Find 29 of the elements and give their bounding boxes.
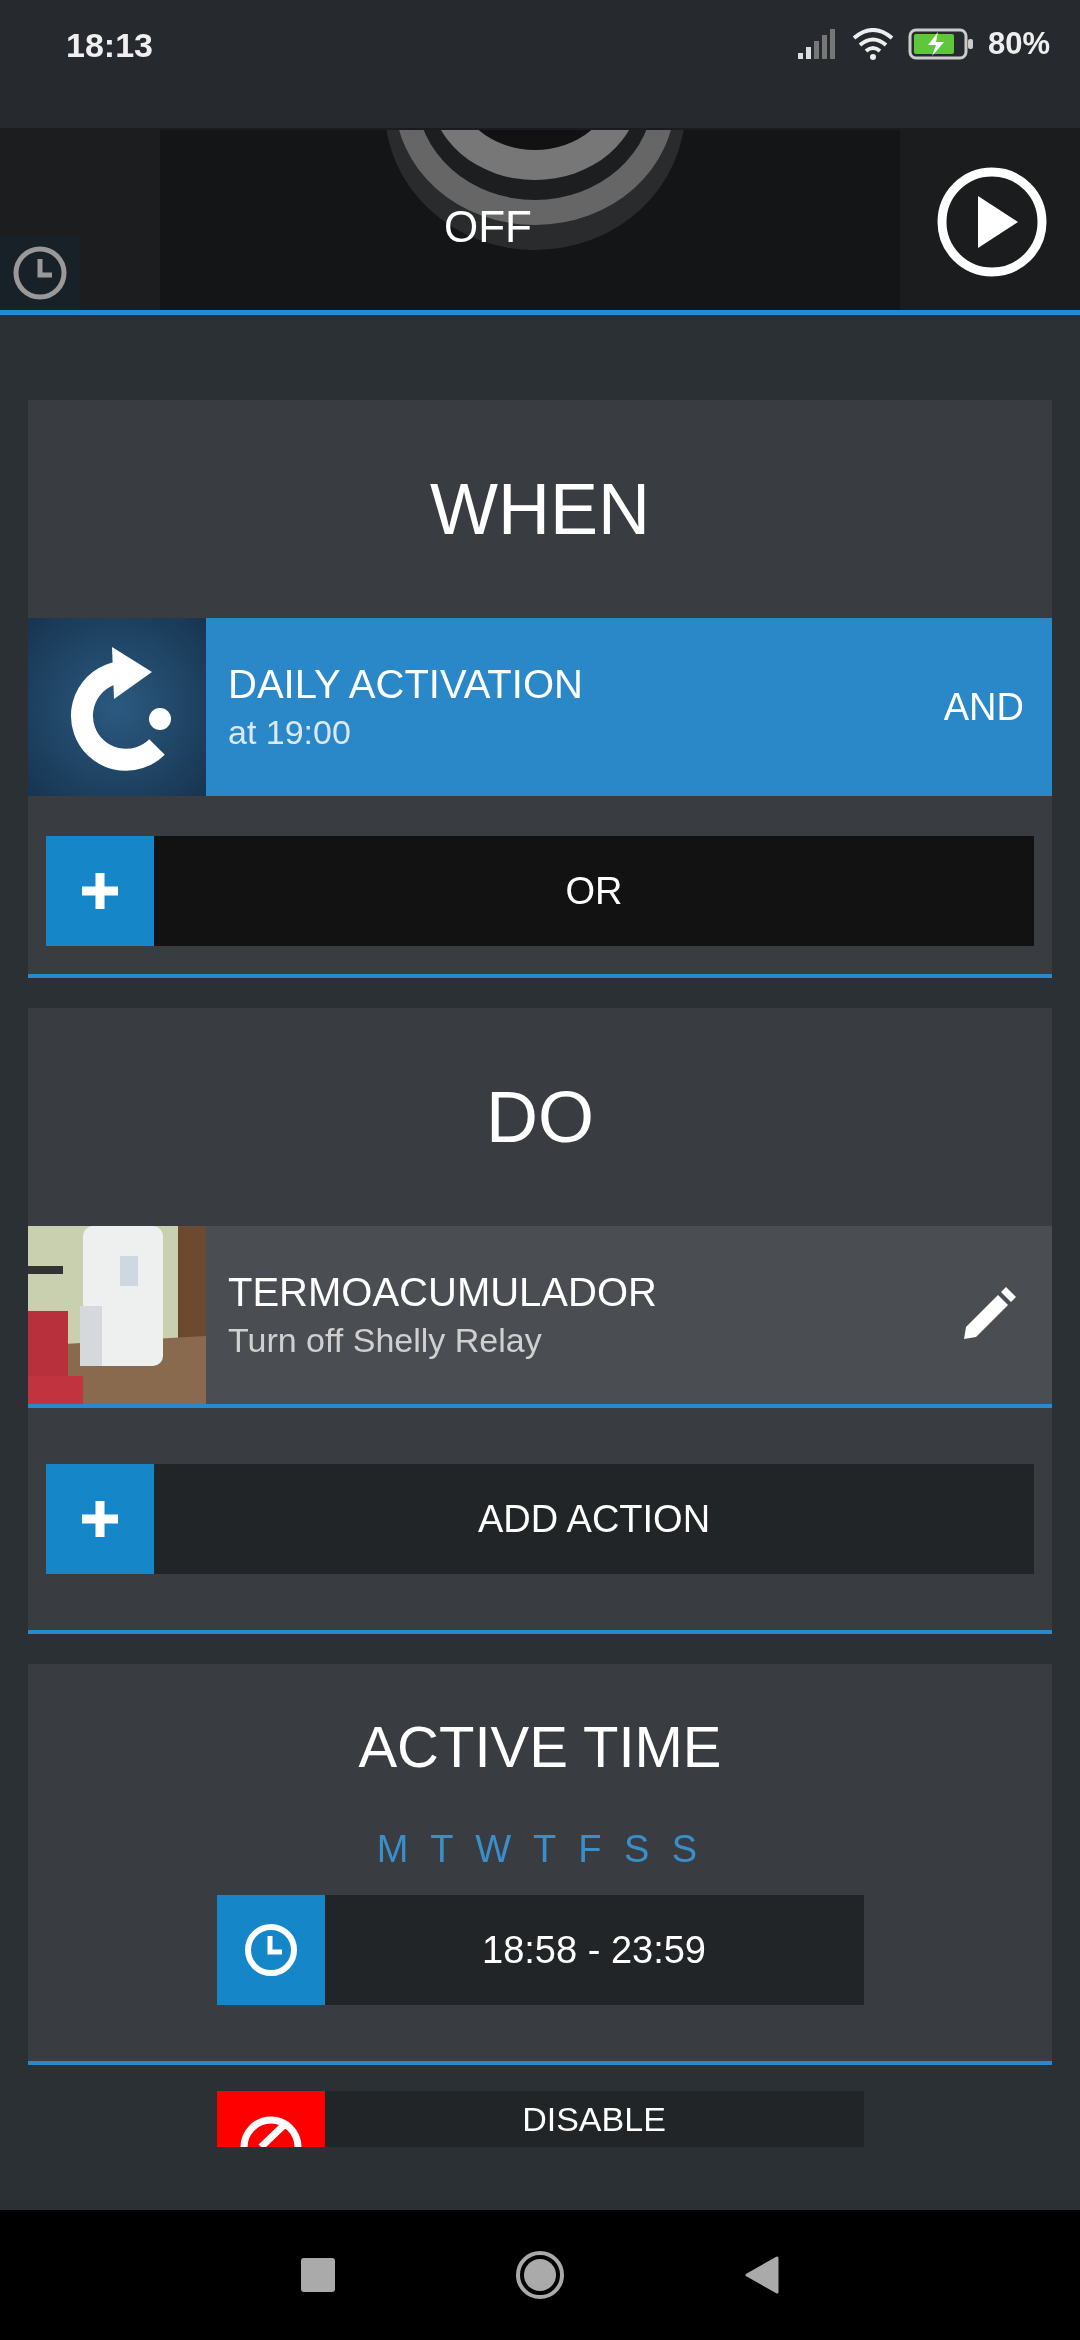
- home-button[interactable]: [515, 2250, 565, 2300]
- action-row[interactable]: TERMOACUMULADOR Turn off Shelly Relay: [28, 1226, 1052, 1408]
- signal-icon: [797, 29, 838, 59]
- add-action-button[interactable]: ADD ACTION: [46, 1464, 1034, 1574]
- trigger-time: at 19:00: [228, 713, 352, 752]
- play-button[interactable]: [936, 166, 1048, 278]
- state-label: OFF: [444, 202, 532, 252]
- clock-icon: [12, 245, 68, 301]
- or-button[interactable]: OR: [46, 836, 1034, 946]
- schedule-button[interactable]: [0, 236, 80, 310]
- plus-icon: [80, 871, 120, 911]
- plus-icon: [80, 1499, 120, 1539]
- back-button[interactable]: [745, 2256, 779, 2294]
- section-title: WHEN: [430, 468, 650, 551]
- battery-percent: 80%: [987, 26, 1050, 62]
- device-name: TERMOACUMULADOR: [228, 1270, 658, 1315]
- clock-time: 18:13: [66, 26, 153, 65]
- weekday-letters: M T W T F S S: [376, 1828, 704, 1871]
- connector-label: AND: [943, 685, 1024, 729]
- section-title: ACTIVE TIME: [358, 1712, 722, 1781]
- trigger-title: DAILY ACTIVATION: [228, 662, 584, 707]
- clock-icon: [242, 1922, 299, 1978]
- action-description: Turn off Shelly Relay: [228, 1321, 543, 1360]
- time-range-button[interactable]: 18:58 - 23:59: [216, 1895, 864, 2005]
- disable-button[interactable]: DISABLE: [216, 2091, 864, 2147]
- wifi-icon: [851, 28, 894, 60]
- trigger-row[interactable]: DAILY ACTIVATION at 19:00 AND: [28, 618, 1052, 796]
- battery-icon: [907, 28, 974, 60]
- section-title: DO: [486, 1076, 594, 1159]
